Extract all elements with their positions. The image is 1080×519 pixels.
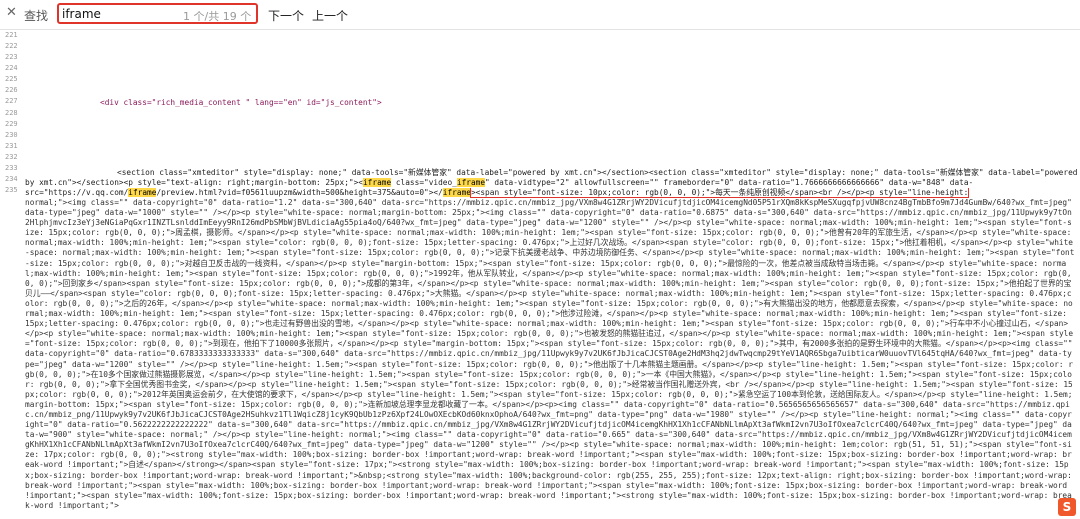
find-bar: ✕ 查找 iframe 1 个/共 19 个 下一个 上一个 [0, 0, 1080, 30]
code-wrapped-body: normal;"><img class="" data-copyright="0… [25, 198, 1075, 510]
match-count: 1 个/共 19 个 [183, 10, 252, 23]
code-text: " data-vidtype="2" allowfullscreen="" fr… [485, 178, 974, 187]
line-number: 234 [5, 175, 18, 183]
line-number: 221 [5, 31, 18, 39]
line-number: 229 [5, 120, 18, 128]
find-query[interactable]: iframe [62, 7, 101, 21]
source-view[interactable]: 221 222 223 224 225 226 227 228 229 230 … [0, 30, 1080, 519]
line-number: 227 [5, 97, 18, 105]
line-number: 222 [5, 42, 18, 50]
find-label: 查找 [24, 9, 49, 23]
code-line-230: <div class="rich_media_content " lang=="… [100, 98, 1080, 108]
find-next-button[interactable]: 下一个 [268, 7, 304, 24]
line-number: 223 [5, 53, 18, 61]
find-input[interactable]: iframe 1 个/共 19 个 [57, 3, 258, 24]
code-text: <section class="xmteditor" style="displa… [117, 168, 1078, 177]
code-line-235-a: <section class="xmteditor" style="displa… [117, 168, 1080, 178]
line-number: 224 [5, 64, 18, 72]
line-number: 231 [5, 142, 18, 150]
line-number: 235 [5, 186, 18, 194]
search-match: iframe [456, 178, 486, 187]
code-text: by xmt.cn"></section><p style="text-alig… [25, 178, 363, 187]
line-number: 233 [5, 164, 18, 172]
search-match: iframe [362, 178, 392, 187]
search-match: iframe [128, 188, 157, 197]
line-number: 226 [5, 86, 18, 94]
close-icon[interactable]: ✕ [6, 6, 17, 20]
code-text: class="video_ [391, 178, 457, 187]
input-method-tray-icon[interactable]: S [1058, 498, 1076, 516]
line-number: 230 [5, 131, 18, 139]
div-open-tag: <div class="rich_media_content " lang=="… [100, 98, 382, 107]
code-text: src="https://v.qq.com/ [25, 188, 129, 197]
find-prev-button[interactable]: 上一个 [312, 7, 348, 24]
line-number: 228 [5, 109, 18, 117]
search-match-current: iframe [442, 188, 471, 197]
code-line-235-c: src="https://v.qq.com/iframe/preview.htm… [25, 188, 1080, 198]
code-text: ><span style="font-size: 10px;color: rgb… [469, 188, 970, 198]
code-line-235-b: by xmt.cn"></section><p style="text-alig… [25, 178, 1080, 188]
line-number: 232 [5, 153, 18, 161]
line-number: 225 [5, 75, 18, 83]
code-text: /preview.html?vid=f0561luupzm&width=500&… [156, 188, 443, 197]
